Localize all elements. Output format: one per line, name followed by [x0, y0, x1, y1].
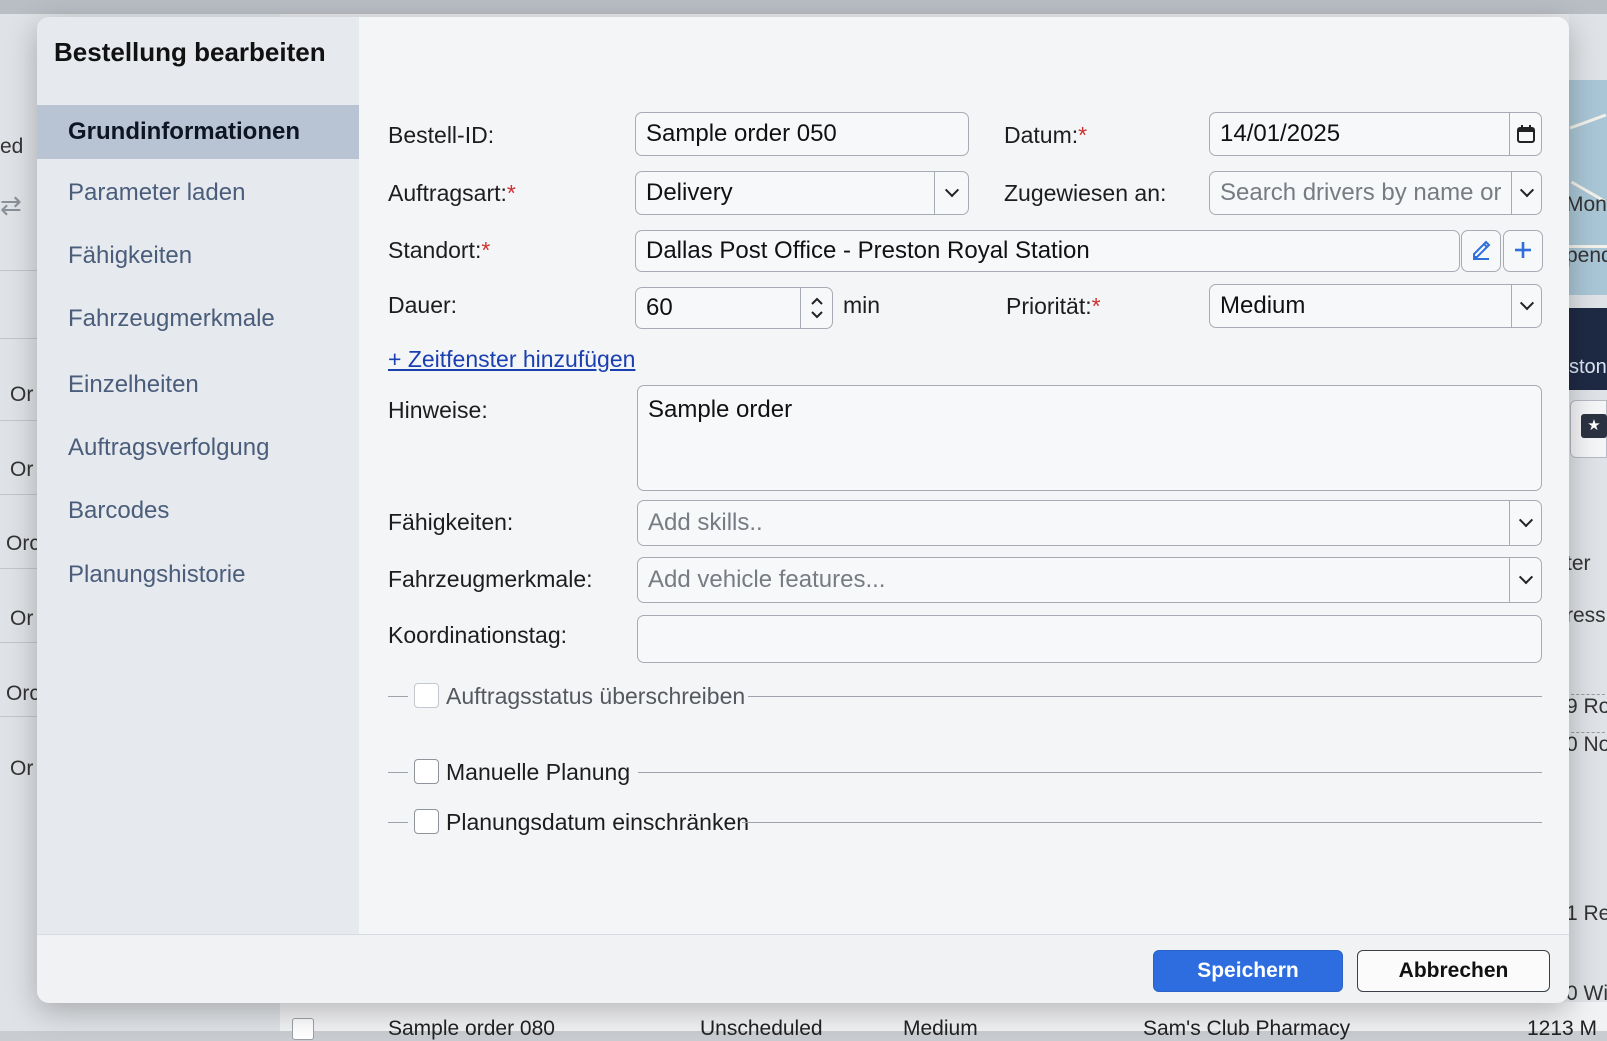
add-location-button[interactable] — [1503, 230, 1543, 272]
bg-cell-priority: Medium — [903, 1017, 978, 1040]
sidebar-item-grundinformationen[interactable]: Grundinformationen — [37, 105, 359, 159]
cancel-button[interactable]: Abbrechen — [1357, 950, 1550, 992]
restrict-date-checkbox[interactable] — [414, 809, 439, 834]
driver-search-select[interactable]: Search drivers by name or se — [1209, 171, 1542, 215]
bg-topbar — [0, 0, 1607, 14]
notes-label: Hinweise: — [388, 397, 488, 423]
bg-left-fragment: Or — [10, 757, 34, 780]
sidebar-item-auftragsverfolgung[interactable]: Auftragsverfolgung — [37, 421, 359, 475]
bg-cell-address: 1213 M — [1527, 1017, 1598, 1040]
bg-divider — [0, 420, 40, 421]
swap-icon: ⇄ — [0, 190, 22, 220]
bg-cell-location: Sam's Club Pharmacy — [1143, 1017, 1351, 1040]
bg-divider — [0, 270, 40, 271]
skills-select[interactable]: Add skills.. — [637, 500, 1542, 546]
chat-icon[interactable] — [1570, 400, 1607, 458]
bg-right-fragment: 0 No — [1566, 732, 1607, 757]
bg-right-fragment: ress — [1566, 604, 1606, 627]
stepper-arrows-icon[interactable] — [800, 288, 832, 328]
add-time-window-link[interactable]: + Zeitfenster hinzufügen — [388, 346, 635, 373]
chevron-down-icon[interactable] — [1511, 172, 1541, 214]
manual-planning-row: Manuelle Planung — [388, 757, 1542, 787]
bg-left-fragment: Or — [10, 383, 34, 406]
sidebar-item-einzelheiten[interactable]: Einzelheiten — [37, 358, 359, 412]
chevron-down-icon[interactable] — [934, 172, 968, 214]
bg-left-fragment: Or — [10, 607, 34, 630]
manual-planning-label: Manuelle Planung — [446, 759, 631, 785]
override-status-label: Auftragsstatus überschreiben — [446, 683, 746, 709]
coordination-day-label: Koordinationstag: — [388, 622, 568, 648]
sidebar-item-barcodes[interactable]: Barcodes — [37, 484, 359, 538]
chevron-down-icon[interactable] — [1509, 558, 1541, 602]
assigned-to-label: Zugewiesen an: — [1004, 180, 1167, 206]
bg-row-checkbox[interactable] — [292, 1018, 314, 1040]
bg-left-fragment: Orc — [6, 532, 40, 555]
bg-right-fragment: 9 Ro — [1566, 694, 1607, 719]
coordination-day-input[interactable] — [637, 615, 1542, 663]
duration-label: Dauer: — [388, 292, 458, 318]
bg-cell-order: Sample order 080 — [388, 1017, 555, 1040]
bg-right-fragment: 1 Re — [1566, 902, 1607, 925]
sidebar-item-fahrzeugmerkmale[interactable]: Fahrzeugmerkmale — [37, 292, 359, 346]
duration-stepper[interactable]: 60 — [635, 287, 833, 329]
footer-divider — [37, 934, 1569, 935]
priority-label: Priorität:* — [1006, 293, 1101, 319]
notes-textarea[interactable]: Sample order — [637, 385, 1542, 491]
bg-divider — [0, 494, 40, 495]
location-label: Standort:* — [388, 237, 491, 263]
dialog-sidebar: Bestellung bearbeiten Grundinformationen… — [37, 17, 359, 934]
bg-left-fragment: Orc — [6, 682, 40, 705]
sidebar-item-faehigkeiten[interactable]: Fähigkeiten — [37, 229, 359, 283]
bg-right-fragment: Mont — [1566, 193, 1607, 216]
sidebar-item-parameter-laden[interactable]: Parameter laden — [37, 166, 359, 220]
bg-divider — [0, 642, 40, 643]
vehicle-features-label: Fahrzeugmerkmale: — [388, 566, 593, 592]
vehicle-features-select[interactable]: Add vehicle features... — [637, 557, 1542, 603]
location-input[interactable]: Dallas Post Office - Preston Royal Stati… — [635, 230, 1460, 272]
restrict-date-row: Planungsdatum einschränken — [388, 807, 1542, 837]
date-label: Datum:* — [1004, 122, 1088, 148]
duration-unit: min — [843, 292, 881, 318]
pencil-icon — [1470, 235, 1492, 267]
bg-divider — [0, 568, 40, 569]
dialog-title: Bestellung bearbeiten — [54, 37, 326, 67]
bg-divider — [0, 716, 40, 717]
manual-planning-checkbox[interactable] — [414, 759, 439, 784]
edit-location-button[interactable] — [1461, 230, 1501, 272]
save-button[interactable]: Speichern — [1153, 950, 1343, 992]
bg-left-fragment: ed — [0, 135, 24, 158]
bg-right-fragment: pend — [1566, 244, 1607, 267]
calendar-icon[interactable] — [1509, 113, 1541, 155]
override-status-checkbox[interactable] — [414, 683, 439, 708]
bg-right-fragment: ter — [1566, 552, 1591, 575]
priority-select[interactable]: Medium — [1209, 284, 1542, 328]
order-id-input[interactable]: Sample order 050 — [635, 112, 969, 156]
skills-label: Fähigkeiten: — [388, 509, 514, 535]
order-type-label: Auftragsart:* — [388, 180, 516, 206]
plus-icon — [1513, 235, 1533, 267]
bg-cell-status: Unscheduled — [700, 1017, 823, 1040]
override-status-row: Auftragsstatus überschreiben — [388, 681, 1542, 711]
order-id-label: Bestell-ID: — [388, 122, 495, 148]
sidebar-item-planungshistorie[interactable]: Planungshistorie — [37, 548, 359, 602]
restrict-date-label: Planungsdatum einschränken — [446, 809, 750, 835]
order-type-select[interactable]: Delivery — [635, 171, 969, 215]
bg-divider — [0, 338, 40, 339]
edit-order-dialog: Bestellung bearbeiten Grundinformationen… — [37, 17, 1569, 1003]
chevron-down-icon[interactable] — [1509, 501, 1541, 545]
bg-left-fragment: Or — [10, 458, 34, 481]
bg-right-fragment: ston — [1569, 356, 1607, 378]
chevron-down-icon[interactable] — [1511, 285, 1541, 327]
date-input[interactable]: 14/01/2025 — [1209, 112, 1542, 156]
